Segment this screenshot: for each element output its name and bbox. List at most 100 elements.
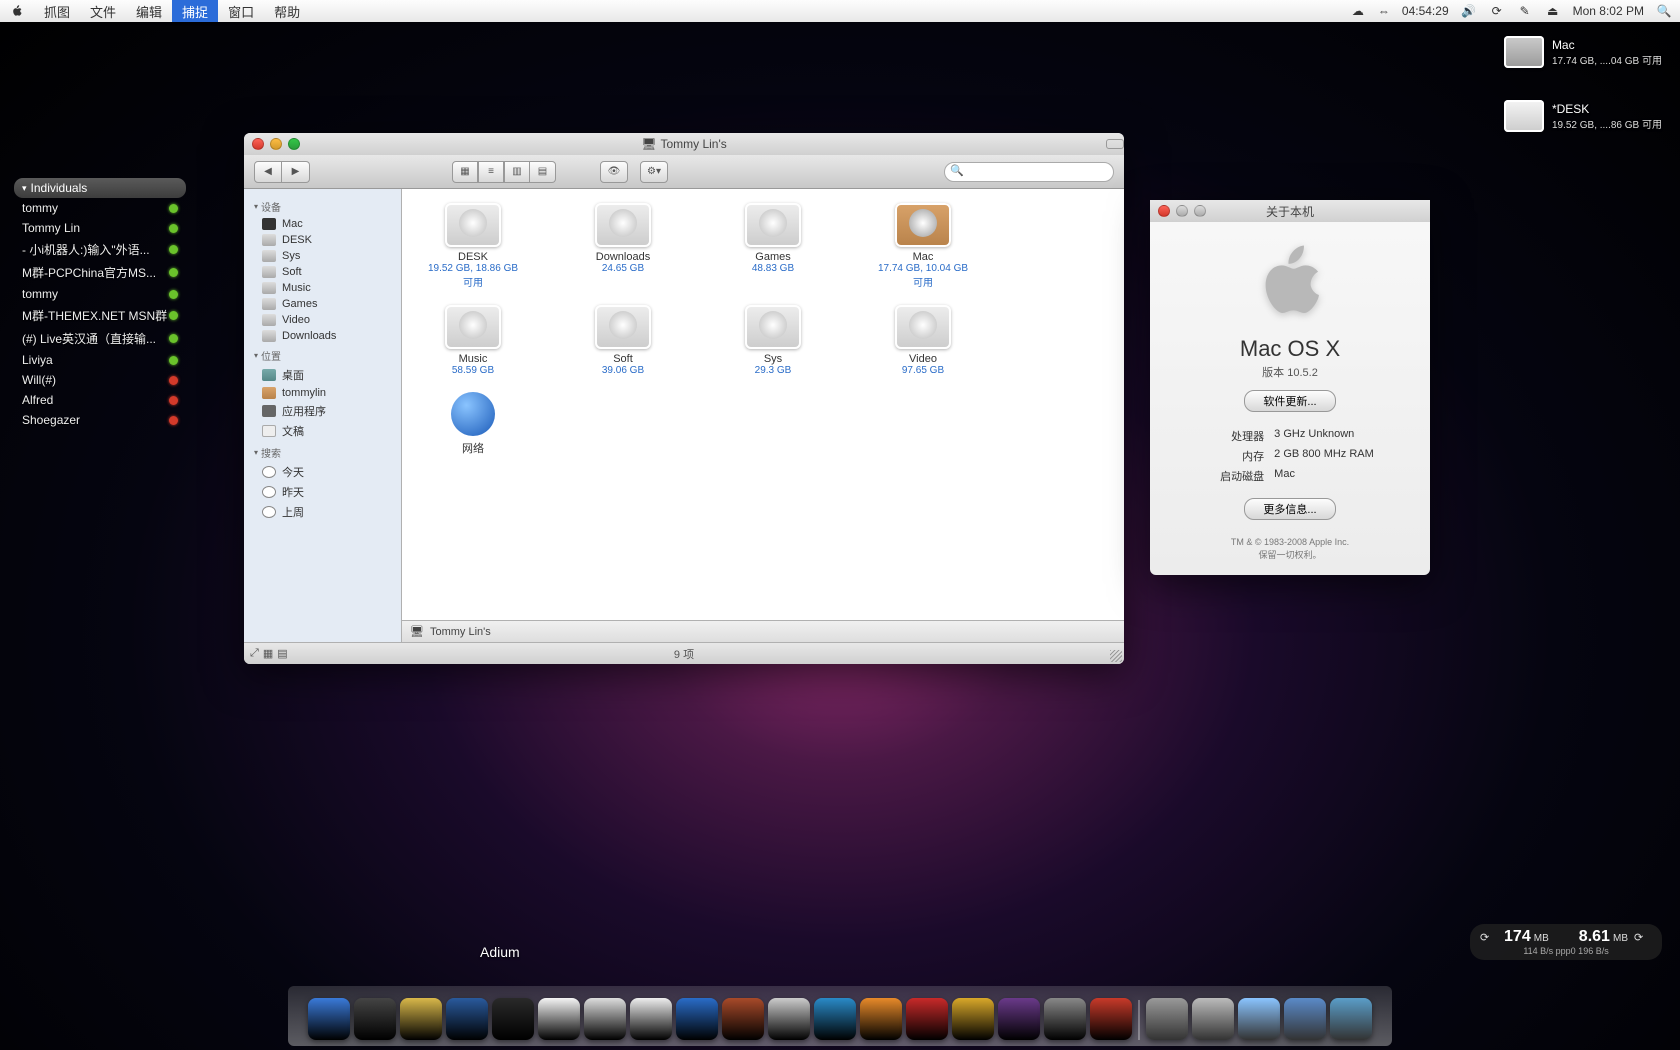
contact-item[interactable]: Alfred [14,390,186,410]
status-icon[interactable]: ▦ [263,647,273,660]
file-item[interactable]: 网络 [426,392,520,456]
view-coverflow-button[interactable]: ▤ [530,161,556,183]
action-button[interactable]: ⚙▾ [640,161,668,183]
sidebar-item[interactable]: 应用程序 [244,401,401,421]
sync-icon[interactable]: ⟳ [1489,3,1505,19]
dock-item-qq[interactable] [538,998,580,1040]
sidebar-item[interactable]: 今天 [244,462,401,482]
toolbar-toggle-button[interactable] [1106,139,1124,149]
contact-item[interactable]: M群-THEMEX.NET MSN群 [14,304,186,327]
sidebar-item[interactable]: DESK [244,232,401,248]
dock-item-vlc[interactable] [860,998,902,1040]
dock-item-folder[interactable] [1284,998,1326,1040]
more-info-button[interactable]: 更多信息... [1244,498,1335,520]
dock-item-settings[interactable] [1044,998,1086,1040]
sidebar-item[interactable]: Sys [244,248,401,264]
dock-item-mail[interactable] [400,998,442,1040]
minimize-button[interactable] [1176,205,1188,217]
file-item[interactable]: DESK 19.52 GB, 18.86 GB 可用 [426,203,520,289]
dock-item-trash[interactable] [1330,998,1372,1040]
sidebar-item[interactable]: Soft [244,264,401,280]
sidebar-item[interactable]: 桌面 [244,365,401,385]
search-input[interactable] [944,162,1114,182]
menu-file[interactable]: 文件 [80,0,126,22]
sidebar-section-header[interactable]: 搜索 [244,441,401,462]
menu-help[interactable]: 帮助 [264,0,310,22]
eject-icon[interactable]: ⏏ [1545,3,1561,19]
menu-edit[interactable]: 编辑 [126,0,172,22]
sidebar-item[interactable]: tommylin [244,385,401,401]
menu-window[interactable]: 窗口 [218,0,264,22]
sidebar-item[interactable]: 昨天 [244,482,401,502]
back-button[interactable]: ◀ [254,161,282,183]
network-widget[interactable]: ⟳ 174 MB 8.61 MB ⟳ 114 B/s ppp0 196 B/s [1470,924,1662,960]
timer-text[interactable]: 04:54:29 [1402,4,1449,18]
sidebar-item[interactable]: Music [244,280,401,296]
file-item[interactable]: Sys 29.3 GB [726,305,820,376]
finder-titlebar[interactable]: 🖥 Tommy Lin's [244,133,1124,155]
contact-item[interactable]: Will(#) [14,370,186,390]
path-bar[interactable]: 🖥 Tommy Lin's [402,620,1124,642]
sidebar-item[interactable]: 上周 [244,502,401,522]
sidebar-item[interactable]: Video [244,312,401,328]
dock-item-downloads-stack[interactable] [1238,998,1280,1040]
dock-item-safari[interactable] [446,998,488,1040]
dock-item-ichat[interactable] [584,998,626,1040]
dock-item-preview[interactable] [676,998,718,1040]
zoom-button[interactable] [288,138,300,150]
file-item[interactable]: Mac 17.74 GB, 10.04 GB 可用 [876,203,970,289]
dock-item-itunes[interactable] [768,998,810,1040]
clock-text[interactable]: Mon 8:02 PM [1573,4,1644,18]
file-item[interactable]: Video 97.65 GB [876,305,970,376]
sidebar-item[interactable]: Mac [244,216,401,232]
file-item[interactable]: Downloads 24.65 GB [576,203,670,289]
network-arrows-icon[interactable]: ⇔ [1378,4,1390,18]
status-icon[interactable]: ▤ [277,647,287,660]
contact-item[interactable]: Liviya [14,350,186,370]
zoom-button[interactable] [1194,205,1206,217]
resize-handle[interactable] [1110,650,1122,662]
view-list-button[interactable]: ≡ [478,161,504,183]
desktop-drive-desk[interactable]: *DESK 19.52 GB, ....86 GB 可用 [1504,100,1662,132]
sidebar-section-header[interactable]: 设备 [244,195,401,216]
contact-item[interactable]: Shoegazer [14,410,186,430]
dock-item-dashboard[interactable] [354,998,396,1040]
contact-item[interactable]: M群-PCPChina官方MS... [14,261,186,284]
dock-item-transmission[interactable] [1090,998,1132,1040]
file-item[interactable]: Music 58.59 GB [426,305,520,376]
minimize-button[interactable] [270,138,282,150]
sidebar-item[interactable]: 文稿 [244,421,401,441]
desktop-drive-mac[interactable]: Mac 17.74 GB, ....04 GB 可用 [1504,36,1662,68]
refresh-icon[interactable]: ⟳ [1634,931,1652,944]
contact-item[interactable]: (#) Live英汉通（直接输... [14,327,186,350]
sidebar-item[interactable]: Downloads [244,328,401,344]
dock-item-apps-stack[interactable] [1146,998,1188,1040]
dock-item-docs-stack[interactable] [1192,998,1234,1040]
software-update-button[interactable]: 软件更新... [1244,390,1335,412]
contacts-header[interactable]: Individuals [14,178,186,198]
file-item[interactable]: Soft 39.06 GB [576,305,670,376]
view-icon-button[interactable]: ▦ [452,161,478,183]
quicklook-button[interactable]: 👁 [600,161,628,183]
apple-menu[interactable] [0,0,34,22]
view-column-button[interactable]: ▥ [504,161,530,183]
pencil-icon[interactable]: ✎ [1517,3,1533,19]
dock-item-app2[interactable] [952,998,994,1040]
spotlight-icon[interactable]: 🔍 [1656,3,1672,19]
dock-item-app1[interactable] [906,998,948,1040]
menu-capture[interactable]: 捕捉 [172,0,218,22]
dock-item-finder[interactable] [308,998,350,1040]
contact-item[interactable]: - 小i机器人:)输入"外语... [14,238,186,261]
menu-grab[interactable]: 抓图 [34,0,80,22]
forward-button[interactable]: ▶ [282,161,310,183]
refresh-icon[interactable]: ⟳ [1480,931,1498,944]
dock-item-quicktime[interactable] [814,998,856,1040]
volume-icon[interactable]: 🔊 [1461,3,1477,19]
dock-item-adium[interactable] [492,998,534,1040]
cloud-icon[interactable]: ☁︎ [1350,3,1366,19]
contact-item[interactable]: tommy [14,284,186,304]
sidebar-item[interactable]: Games [244,296,401,312]
dock-item-textmate[interactable] [998,998,1040,1040]
contact-item[interactable]: Tommy Lin [14,218,186,238]
finder-content[interactable]: DESK 19.52 GB, 18.86 GB 可用 Downloads 24.… [402,189,1124,620]
